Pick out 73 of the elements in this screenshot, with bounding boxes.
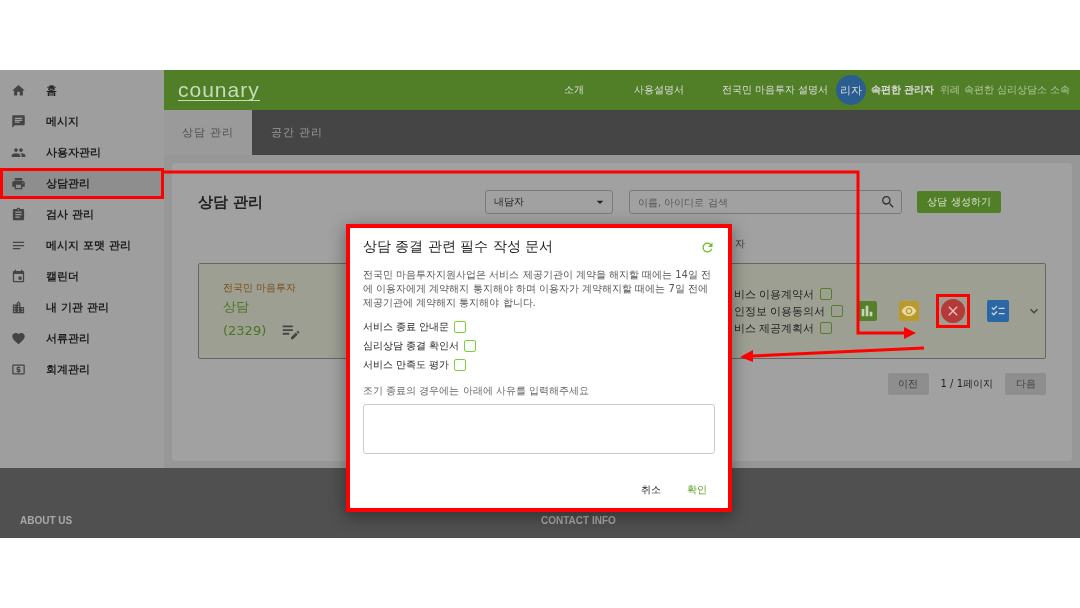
document-label: 비스 이용계약서 xyxy=(734,286,815,302)
people-icon xyxy=(11,145,26,160)
checkbox[interactable] xyxy=(464,340,477,352)
create-button[interactable]: 상담 생성하기 xyxy=(917,191,1001,213)
sidebar-item[interactable]: 메시지 xyxy=(0,106,164,137)
document-label: 심리상담 종결 확인서 xyxy=(363,339,460,353)
checkbox[interactable] xyxy=(830,305,843,317)
session-count: (2329) xyxy=(223,323,267,338)
sidebar-item[interactable]: 홈 xyxy=(0,75,164,106)
partial-text: 자 xyxy=(735,237,746,251)
notice-text: 전국민 마음투자지원사업은 서비스 제공기관이 계약을 해지할 때에는 14일 전에 이용자에게 계약해지 통지해야 하며 이용자가 계약해지할 때에는 7일 전에 제공기관에 계약해지 통지해야 합니다. xyxy=(363,268,713,310)
view-button[interactable] xyxy=(899,301,919,321)
sidebar-label: 서류관리 xyxy=(46,331,90,346)
sidebar-label: 회계관리 xyxy=(46,362,90,377)
logo[interactable]: counary xyxy=(178,79,260,101)
next-button[interactable]: 다음 xyxy=(1005,373,1046,395)
sidebar-item[interactable]: 내 기관 관리 xyxy=(0,292,164,323)
document-label: 서비스 만족도 평가 xyxy=(363,358,450,372)
home-icon xyxy=(11,83,26,98)
sidebar-label: 내 기관 관리 xyxy=(46,300,109,315)
sidebar-item[interactable]: 메시지 포맷 관리 xyxy=(0,230,164,261)
confirm-button[interactable]: 확인 xyxy=(679,480,715,500)
user-organization: 위례 속편한 심리상담소 소속 xyxy=(940,83,1070,97)
sidebar-label: 검사 관리 xyxy=(46,207,94,222)
bar-chart-icon xyxy=(859,303,875,319)
sidebar-label: 상담관리 xyxy=(46,176,90,191)
sidebar-label: 사용자관리 xyxy=(46,145,101,160)
sidebar-label: 메시지 xyxy=(46,114,79,129)
checkbox[interactable] xyxy=(454,321,467,333)
building-icon xyxy=(11,300,26,315)
chat-bubble-icon xyxy=(11,114,26,129)
sidebar-label: 캘린더 xyxy=(46,269,79,284)
card-title: 상담 xyxy=(223,297,249,316)
footer-heading: ABOUT US xyxy=(20,515,74,526)
reason-label: 조기 종료의 경우에는 아래에 사유를 입력해주세요 xyxy=(363,384,590,398)
checkbox[interactable] xyxy=(819,322,832,334)
dialog-title: 상담 종결 관련 필수 작성 문서 xyxy=(363,238,554,256)
calendar-icon xyxy=(11,269,26,284)
search-field[interactable]: 이름, 아이디로 검색 xyxy=(629,190,902,214)
money-icon xyxy=(11,362,26,377)
footer-heading: CONTACT INFO xyxy=(541,515,617,526)
sidebar-item[interactable]: 사용자관리 xyxy=(0,137,164,168)
document-label: 서비스 종료 안내문 xyxy=(363,320,450,334)
page-title: 상담 관리 xyxy=(198,192,265,212)
reason-field[interactable] xyxy=(363,404,715,454)
program-label: 전국민 마음투자 xyxy=(223,280,297,295)
nav-link[interactable]: 전국민 마음투자 설명서 xyxy=(721,83,828,97)
sidebar-item[interactable]: 회계관리 xyxy=(0,354,164,385)
nav-link[interactable]: 소개 xyxy=(563,83,584,97)
sidebar-item[interactable]: 검사 관리 xyxy=(0,199,164,230)
checklist-button[interactable] xyxy=(987,300,1009,322)
sidebar-item[interactable]: 캘린더 xyxy=(0,261,164,292)
sidebar-item[interactable]: 상담관리 xyxy=(0,168,164,199)
avatar: 리자 xyxy=(835,75,866,105)
sidebar-label: 메시지 포맷 관리 xyxy=(46,238,131,253)
checkbox[interactable] xyxy=(454,359,467,371)
sidebar-item[interactable]: 서류관리 xyxy=(0,323,164,354)
eye-icon xyxy=(901,303,917,319)
heart-icon xyxy=(11,331,26,346)
tab[interactable]: 공간 관리 xyxy=(252,110,342,155)
document-label: 비스 제공계획서 xyxy=(734,320,815,336)
checkbox[interactable] xyxy=(819,288,832,300)
filter-select[interactable]: 내담자 xyxy=(485,190,613,214)
clipboard-icon xyxy=(11,207,26,222)
printer-icon xyxy=(11,176,26,191)
search-icon[interactable] xyxy=(880,194,896,210)
cancel-button[interactable]: 취소 xyxy=(633,480,669,500)
prev-button[interactable]: 이전 xyxy=(887,373,929,395)
nav-link[interactable]: 사용설명서 xyxy=(633,83,684,97)
sidebar-label: 홈 xyxy=(46,83,57,98)
document-label: 인정보 이용동의서 xyxy=(734,303,826,319)
page-status: 1 / 1페이지 xyxy=(940,377,993,391)
user-name: 속편한 관리자 xyxy=(870,83,935,97)
